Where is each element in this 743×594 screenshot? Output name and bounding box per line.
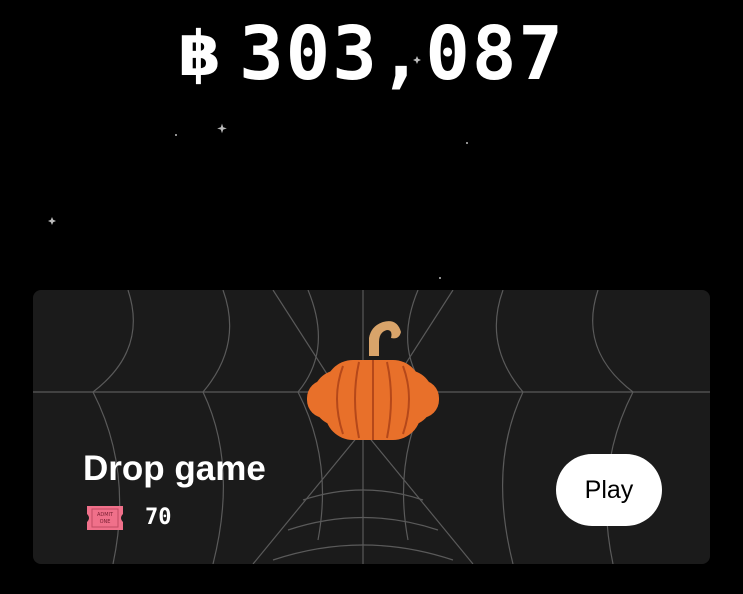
ticket-icon: ADMIT ONE: [87, 506, 123, 530]
play-button[interactable]: Play: [556, 454, 662, 526]
dot-star: [175, 134, 177, 136]
dot-star: [466, 142, 468, 144]
game-title: Drop game: [83, 449, 266, 488]
ticket-cost: ADMIT ONE 70: [85, 504, 172, 532]
sparkle-star: [217, 123, 227, 134]
ticket-label-bottom: ONE: [100, 519, 111, 525]
sparkle-star: [48, 217, 56, 225]
dot-star: [439, 277, 441, 279]
ticket-cost-value: 70: [145, 505, 172, 530]
pumpkin-icon: [307, 321, 439, 440]
balance-display: ฿ 303,087: [0, 14, 743, 94]
ticket-label-top: ADMIT: [97, 512, 114, 518]
baht-coin-icon: ฿: [177, 17, 222, 90]
balance-amount: 303,087: [239, 11, 565, 97]
drop-game-card[interactable]: Drop game ADMIT ONE 70 Play: [33, 290, 710, 564]
